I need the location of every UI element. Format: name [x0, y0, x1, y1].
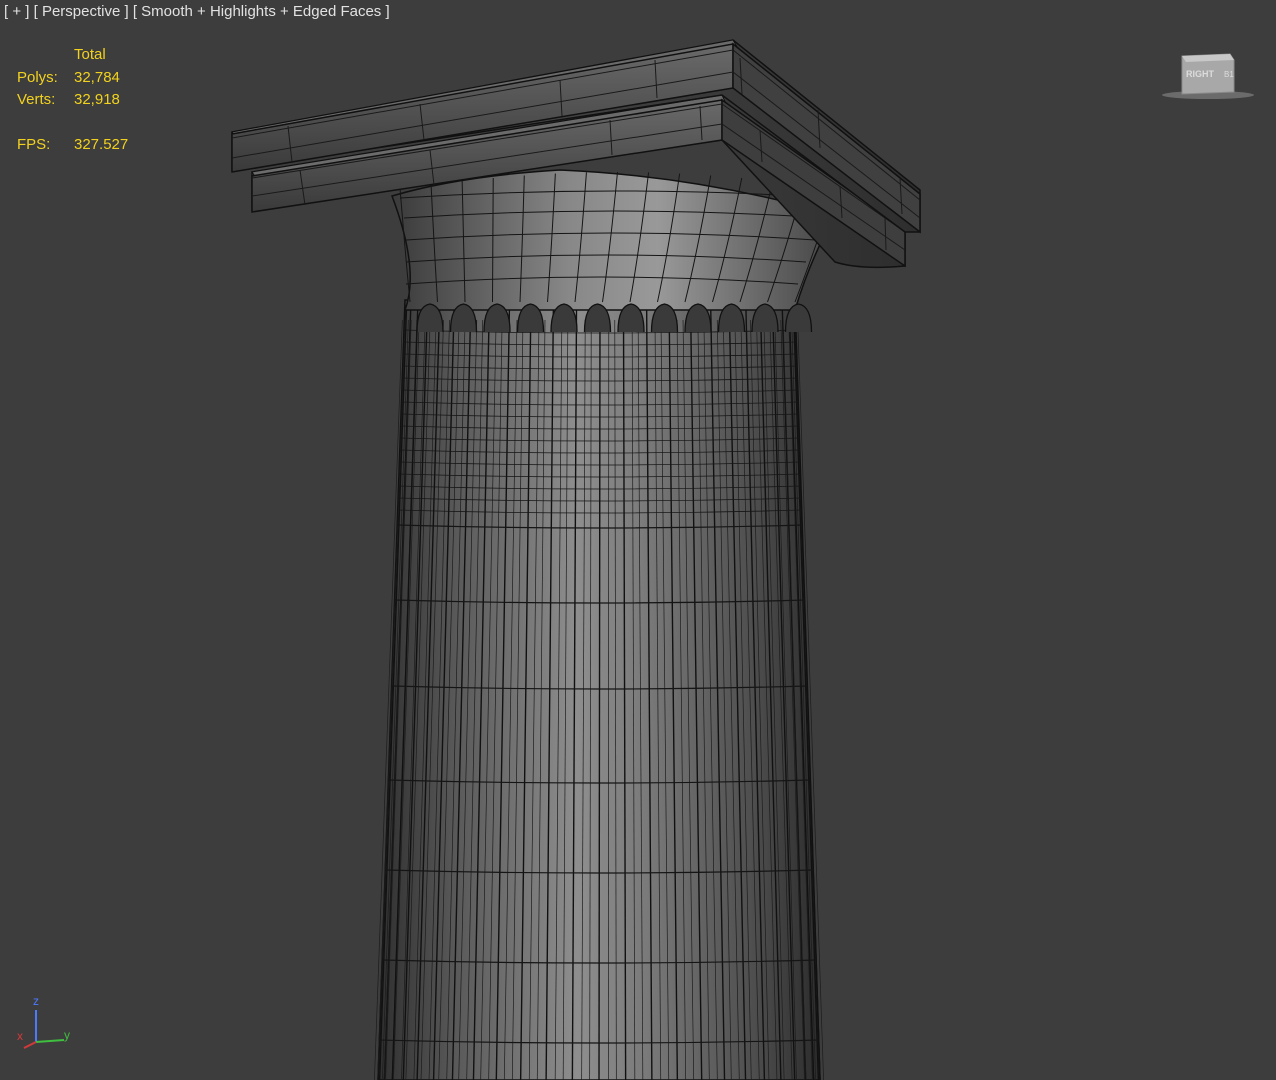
verts-value: 32,918	[74, 91, 120, 108]
viewport-label: [ + ] [ Perspective ] [ Smooth + Highlig…	[4, 3, 390, 20]
view-type-menu-button[interactable]: [ Perspective ]	[34, 3, 129, 20]
svg-text:B1: B1	[1224, 70, 1234, 79]
stats-header: Total	[74, 46, 106, 63]
viewcube-icon[interactable]: RIGHT B1	[1160, 50, 1256, 100]
column-model[interactable]	[0, 0, 1276, 1080]
axis-z-label: z	[33, 994, 39, 1008]
fps-label: FPS:	[17, 135, 51, 153]
polys-value: 32,784	[74, 68, 120, 86]
polys-label: Polys:	[17, 68, 58, 86]
axis-y-label: y	[64, 1028, 70, 1042]
verts-label: Verts:	[17, 91, 56, 108]
axis-x-label: x	[17, 1029, 23, 1043]
perspective-viewport[interactable]: [ + ] [ Perspective ] [ Smooth + Highlig…	[0, 0, 1276, 1080]
shading-mode-menu-button[interactable]: [ Smooth + Highlights + Edged Faces ]	[133, 3, 390, 20]
statistics-overlay: Total Polys: 32,784 Verts: 32,918 FPS: 327.…	[17, 44, 177, 156]
axis-gizmo-icon: z y x	[17, 994, 70, 1049]
viewport-menu-button[interactable]: [ + ]	[4, 3, 29, 20]
viewcube-face-label: RIGHT	[1186, 69, 1215, 79]
fps-value: 327.527	[74, 135, 129, 153]
